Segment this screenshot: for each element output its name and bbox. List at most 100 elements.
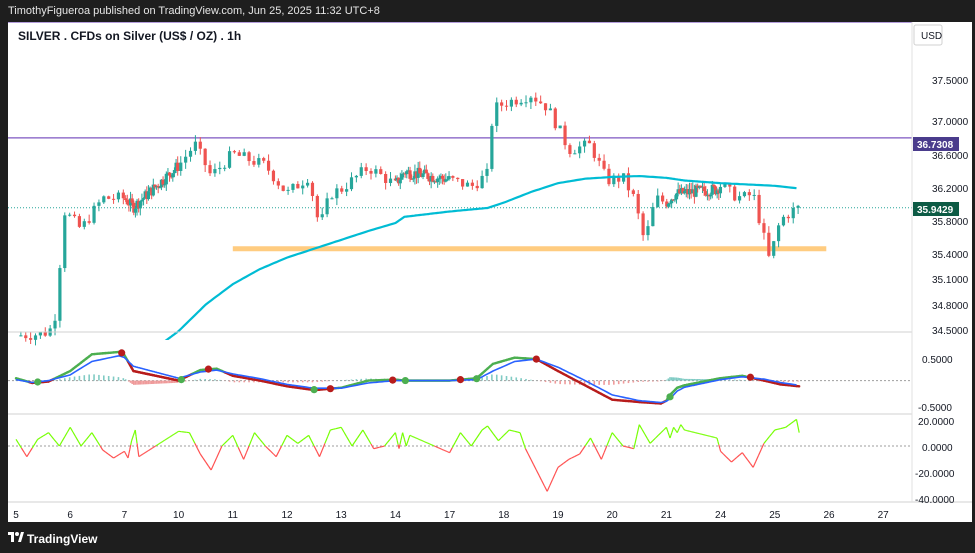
rsi-line-segment bbox=[777, 428, 781, 430]
candle bbox=[223, 167, 227, 169]
candle bbox=[451, 176, 455, 178]
candle bbox=[641, 213, 645, 236]
candle bbox=[107, 196, 111, 199]
candle bbox=[426, 173, 430, 179]
candle bbox=[495, 102, 499, 126]
rsi-line-segment bbox=[330, 428, 334, 431]
candle bbox=[374, 169, 378, 174]
last-price-text: 35.9429 bbox=[917, 205, 954, 216]
rsi-line-segment bbox=[774, 428, 778, 431]
rsi-line-segment bbox=[131, 437, 134, 441]
price-tick: 37.5000 bbox=[932, 76, 969, 87]
candle bbox=[218, 167, 222, 170]
candle bbox=[140, 199, 144, 202]
publisher-bar: TimothyFigueroa published on TradingView… bbox=[0, 0, 975, 22]
candle bbox=[97, 202, 101, 206]
rsi-line-segment bbox=[671, 429, 674, 433]
candle bbox=[354, 175, 358, 178]
rsi-line-segment bbox=[162, 440, 164, 443]
candle bbox=[58, 268, 62, 321]
candle bbox=[271, 170, 276, 182]
candle bbox=[733, 186, 737, 201]
candle bbox=[72, 214, 77, 217]
rsi-line-segment bbox=[144, 451, 147, 454]
candle bbox=[296, 183, 300, 189]
rsi-line-segment bbox=[171, 434, 174, 436]
date-tick: 10 bbox=[173, 510, 185, 521]
candle bbox=[597, 157, 601, 161]
rsi-line-segment bbox=[335, 427, 339, 430]
candle bbox=[651, 206, 655, 227]
candle bbox=[418, 167, 422, 174]
date-tick: 7 bbox=[122, 510, 128, 521]
candle bbox=[558, 125, 562, 129]
candle bbox=[573, 153, 577, 155]
price-tick: 36.2000 bbox=[932, 184, 969, 195]
candle bbox=[563, 125, 567, 146]
tradingview-brand: TradingView bbox=[27, 532, 98, 546]
price-tick: 34.8000 bbox=[932, 301, 969, 312]
rsi-line-segment bbox=[175, 431, 178, 434]
candle bbox=[411, 178, 415, 180]
rsi-tick: -20.0000 bbox=[915, 469, 955, 480]
candle bbox=[325, 198, 329, 215]
candle bbox=[475, 185, 479, 189]
chart-frame: SILVER . CFDs on Silver (US$ / OZ) . 1h … bbox=[8, 22, 972, 522]
candle bbox=[747, 192, 751, 196]
candle bbox=[305, 182, 310, 186]
candle bbox=[384, 173, 388, 183]
rsi-tick: 0.0000 bbox=[922, 443, 953, 454]
price-tick: 35.8000 bbox=[932, 217, 969, 228]
candle bbox=[504, 105, 509, 107]
candle bbox=[509, 99, 513, 107]
candle bbox=[636, 193, 640, 214]
candle bbox=[227, 151, 232, 168]
candle bbox=[29, 338, 33, 340]
candle bbox=[340, 188, 344, 192]
osc-tick: 0.5000 bbox=[922, 355, 953, 366]
candle bbox=[179, 162, 183, 171]
candle bbox=[359, 167, 363, 176]
rsi-tick: 20.0000 bbox=[918, 417, 955, 428]
candle bbox=[167, 172, 172, 176]
rsi-line-segment bbox=[167, 437, 169, 439]
rsi-line-segment bbox=[172, 433, 175, 436]
osc-cross-marker bbox=[310, 386, 318, 394]
candle bbox=[146, 191, 151, 200]
candle bbox=[203, 148, 207, 166]
rsi-line-segment bbox=[150, 448, 152, 450]
date-tick: 26 bbox=[823, 510, 835, 521]
price-tick: 37.0000 bbox=[932, 117, 969, 128]
candle bbox=[762, 223, 766, 233]
candle bbox=[752, 194, 756, 196]
rsi-line-segment bbox=[170, 435, 172, 438]
candle bbox=[315, 195, 319, 218]
level-price-text: 36.7308 bbox=[917, 140, 954, 151]
candle bbox=[514, 99, 518, 105]
osc-cross-marker bbox=[532, 355, 540, 363]
candle bbox=[163, 184, 167, 186]
candle bbox=[141, 198, 146, 200]
candle bbox=[262, 158, 266, 161]
candle bbox=[796, 205, 800, 208]
candle bbox=[43, 332, 47, 336]
rsi-line-segment bbox=[169, 436, 171, 438]
candle bbox=[737, 196, 742, 201]
candle bbox=[767, 232, 771, 256]
candle bbox=[757, 194, 761, 224]
rsi-line-segment bbox=[141, 453, 143, 456]
rsi-line-segment bbox=[155, 444, 158, 447]
rsi-line-segment bbox=[628, 446, 632, 449]
rsi-line-segment bbox=[406, 440, 409, 444]
candle bbox=[668, 203, 672, 205]
currency-label: USD bbox=[921, 31, 942, 42]
rsi-line-segment bbox=[511, 430, 515, 432]
price-chart[interactable]: SILVER . CFDs on Silver (US$ / OZ) . 1h … bbox=[8, 22, 972, 522]
candle bbox=[286, 189, 290, 191]
candle bbox=[33, 335, 38, 340]
candle bbox=[38, 332, 42, 336]
rsi-line-segment bbox=[148, 449, 151, 451]
osc-cross-marker bbox=[34, 378, 42, 386]
candle bbox=[776, 225, 781, 242]
candle bbox=[53, 320, 57, 329]
